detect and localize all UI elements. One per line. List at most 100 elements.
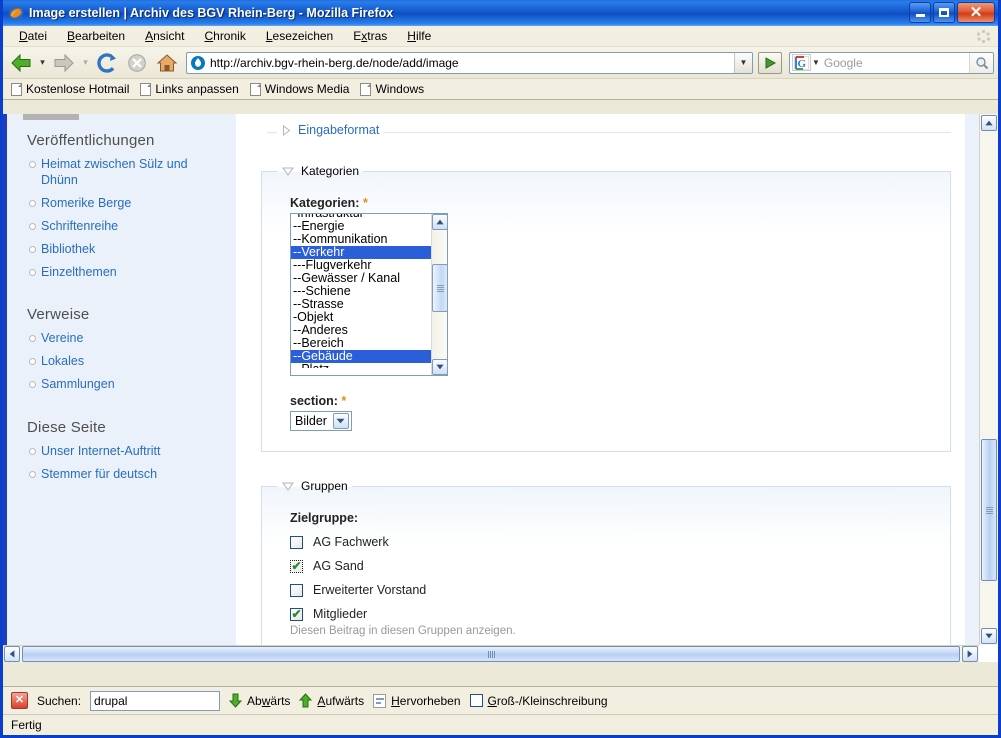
- listbox-options[interactable]: -Infrastruktur --Energie --Kommunikation…: [291, 214, 431, 369]
- page-icon: [249, 82, 261, 96]
- checkbox-mitglieder[interactable]: ✔: [290, 607, 303, 621]
- window-title: Image erstellen | Archiv des BGV Rhein-B…: [29, 6, 394, 20]
- listbox-scroll-thumb[interactable]: [432, 264, 447, 312]
- highlight-icon: [373, 693, 387, 708]
- menu-item-extras[interactable]: Extras: [343, 27, 397, 45]
- address-dropdown-icon[interactable]: ▼: [734, 52, 752, 73]
- vertical-scroll-thumb[interactable]: [981, 439, 997, 581]
- checkbox-row-ag-sand[interactable]: ✔ AG Sand: [290, 559, 932, 573]
- back-dropdown-icon[interactable]: ▾: [37, 57, 48, 68]
- sidebar-link-heimat[interactable]: Heimat zwischen Sülz und Dhünn: [41, 157, 188, 187]
- listbox-scrollbar[interactable]: [431, 214, 447, 375]
- vertical-scrollbar[interactable]: [979, 114, 998, 645]
- menu-item-ansicht[interactable]: Ansicht: [135, 27, 194, 45]
- bookmark-label: Links anpassen: [155, 82, 239, 96]
- checkbox-label: AG Sand: [313, 559, 364, 573]
- kategorien-listbox[interactable]: -Infrastruktur --Energie --Kommunikation…: [290, 213, 448, 376]
- menu-item-lesezeichen[interactable]: Lesezeichen: [256, 27, 343, 45]
- fieldset-eingabeformat[interactable]: Eingabeformat: [261, 122, 951, 142]
- sidebar-link-bibliothek[interactable]: Bibliothek: [41, 242, 95, 256]
- search-engine-dropdown-icon[interactable]: ▼: [812, 58, 820, 67]
- checkbox-ag-fachwerk[interactable]: [290, 535, 303, 549]
- back-button[interactable]: [7, 49, 35, 77]
- chevron-down-icon[interactable]: [282, 167, 294, 176]
- scroll-down-icon[interactable]: [432, 359, 447, 375]
- reload-button[interactable]: [93, 49, 121, 77]
- horizontal-scroll-thumb[interactable]: [22, 646, 960, 662]
- sidebar-block-verweise: Verweise Vereine Lokales Sammlungen: [19, 306, 224, 392]
- bookmark-item[interactable]: Windows Media: [248, 81, 356, 97]
- listbox-option[interactable]: --Platz: [291, 363, 431, 369]
- svg-text:G: G: [798, 58, 807, 70]
- bookmark-item[interactable]: Links anpassen: [138, 81, 244, 97]
- menu-bar: Datei Bearbeiten Ansicht Chronik Lesezei…: [3, 26, 998, 47]
- checkbox-row-ag-fachwerk[interactable]: AG Fachwerk: [290, 535, 932, 549]
- match-case-checkbox-row[interactable]: Groß-/Kleinschreibung: [469, 694, 608, 708]
- fieldset-legend-kategorien[interactable]: Kategorien: [278, 164, 363, 178]
- home-button[interactable]: [153, 49, 181, 77]
- find-previous-button[interactable]: Aufwärts: [299, 693, 364, 708]
- match-case-checkbox[interactable]: [469, 694, 483, 707]
- sidebar-link-sammlungen[interactable]: Sammlungen: [41, 377, 115, 391]
- chevron-right-icon[interactable]: [282, 124, 291, 136]
- menu-item-datei[interactable]: Datei: [9, 27, 57, 45]
- menu-item-hilfe[interactable]: Hilfe: [397, 27, 441, 45]
- fieldset-legend-eingabeformat[interactable]: Eingabeformat: [277, 123, 385, 137]
- highlight-all-button[interactable]: Hervorheben: [373, 693, 461, 708]
- sidebar-link-stemmer[interactable]: Stemmer für deutsch: [41, 467, 157, 481]
- search-icon[interactable]: [969, 52, 993, 73]
- checkbox-erweiterter-vorstand[interactable]: [290, 583, 303, 597]
- horizontal-scrollbar[interactable]: [3, 645, 979, 662]
- bookmark-item[interactable]: Windows: [358, 81, 430, 97]
- field-label-text: section:: [290, 394, 338, 408]
- sidebar-link-schriftenreihe[interactable]: Schriftenreihe: [41, 219, 118, 233]
- scroll-down-button[interactable]: [981, 628, 997, 644]
- fieldset-legend-gruppen[interactable]: Gruppen: [278, 479, 352, 493]
- menu-item-bearbeiten[interactable]: Bearbeiten: [57, 27, 135, 45]
- scroll-up-button[interactable]: [981, 115, 997, 131]
- search-bar[interactable]: G ▼ Google: [789, 51, 994, 74]
- google-logo-icon[interactable]: G: [792, 54, 811, 71]
- checkbox-ag-sand[interactable]: ✔: [290, 559, 303, 573]
- address-bar[interactable]: http://archiv.bgv-rhein-berg.de/node/add…: [186, 51, 753, 74]
- chevron-down-icon[interactable]: [282, 482, 294, 491]
- sidebar-link-internet-auftritt[interactable]: Unser Internet-Auftritt: [41, 444, 161, 458]
- arrow-down-icon: [228, 693, 243, 708]
- scroll-right-button[interactable]: [962, 646, 978, 662]
- scroll-up-icon[interactable]: [432, 214, 447, 230]
- bookmark-item[interactable]: Kostenlose Hotmail: [9, 81, 135, 97]
- bookmark-label: Kostenlose Hotmail: [26, 82, 130, 96]
- find-input[interactable]: [90, 690, 221, 711]
- maximize-button[interactable]: [933, 2, 955, 23]
- page-main-column: Eingabeformat Kategorien Kategorien: * -…: [243, 114, 979, 645]
- fieldset-legend-label[interactable]: Gruppen: [301, 479, 348, 493]
- sidebar-link-lokales[interactable]: Lokales: [41, 354, 84, 368]
- list-item: Schriftenreihe: [29, 218, 224, 234]
- scroll-left-button[interactable]: [4, 646, 20, 662]
- forward-button: [50, 49, 78, 77]
- close-findbar-icon[interactable]: ✕: [11, 692, 28, 709]
- sidebar-block-diese-seite: Diese Seite Unser Internet-Auftritt Stem…: [19, 419, 224, 482]
- close-button[interactable]: ✕: [957, 2, 995, 23]
- fieldset-legend-label[interactable]: Eingabeformat: [298, 123, 379, 137]
- sidebar-link-vereine[interactable]: Vereine: [41, 331, 83, 345]
- sidebar-link-einzelthemen[interactable]: Einzelthemen: [41, 265, 117, 279]
- firefox-icon: [8, 5, 24, 21]
- field-label-section: section: *: [290, 394, 932, 408]
- find-next-button[interactable]: Abwärts: [228, 693, 290, 708]
- checkbox-row-mitglieder[interactable]: ✔ Mitglieder: [290, 607, 932, 621]
- page-icon: [360, 82, 372, 96]
- chevron-down-icon[interactable]: [332, 413, 349, 429]
- find-bar: ✕ Suchen: Abwärts Aufwärts Hervorheben: [3, 686, 998, 714]
- page-icon: [140, 82, 152, 96]
- minimize-button[interactable]: [909, 2, 931, 23]
- go-button[interactable]: [758, 51, 782, 74]
- checkbox-row-erweiterter-vorstand[interactable]: Erweiterter Vorstand: [290, 583, 932, 597]
- fieldset-legend-label[interactable]: Kategorien: [301, 164, 359, 178]
- sidebar-link-romerike[interactable]: Romerike Berge: [41, 196, 131, 210]
- search-input[interactable]: Google: [824, 56, 969, 70]
- menu-item-chronik[interactable]: Chronik: [194, 27, 255, 45]
- section-select[interactable]: Bilder: [290, 411, 352, 431]
- window-controls: ✕: [909, 2, 995, 23]
- toolbar-gripper-icon[interactable]: [976, 29, 991, 44]
